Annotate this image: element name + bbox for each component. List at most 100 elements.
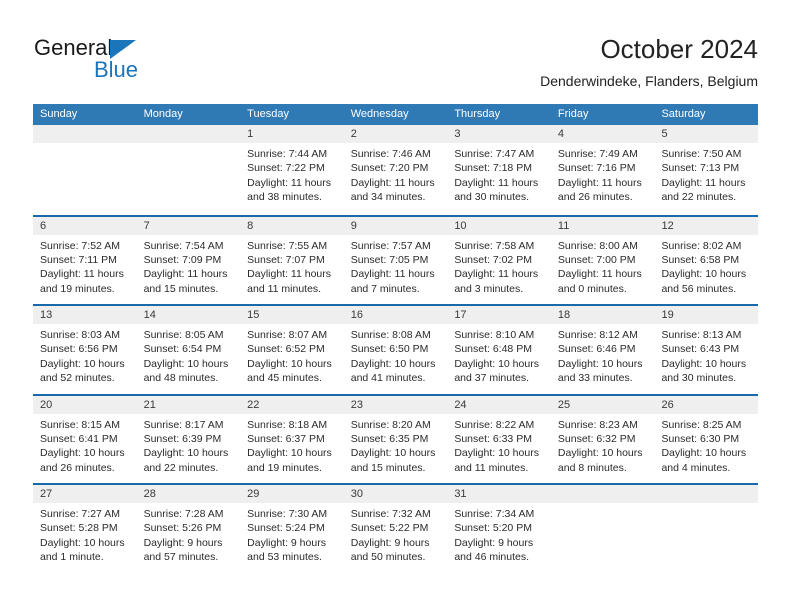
- calendar-day-cell[interactable]: 22 Sunrise: 8:18 AM Sunset: 6:37 PM Dayligh…: [240, 395, 344, 483]
- sunset-text: Sunset: 5:28 PM: [40, 522, 118, 535]
- sunset-text: Sunset: 7:09 PM: [143, 253, 222, 266]
- calendar-week-row: 1 Sunrise: 7:44 AM Sunset: 7:22 PM Daylight…: [33, 125, 759, 215]
- sunset-text: Sunset: 6:32 PM: [557, 432, 636, 445]
- sunset-text: Sunset: 7:02 PM: [454, 253, 532, 266]
- sunset-text: Sunset: 6:46 PM: [557, 343, 636, 356]
- calendar-day-cell[interactable]: 4 Sunrise: 7:49 AM Sunset: 7:16 PM Daylight…: [550, 125, 655, 215]
- calendar-day-cell[interactable]: 24 Sunrise: 8:22 AM Sunset: 6:33 PM Dayligh…: [447, 395, 551, 483]
- daylight-text: and 15 minutes.: [143, 282, 219, 295]
- sunrise-text: Sunrise: 7:46 AM: [350, 148, 431, 160]
- daylight-text: and 57 minutes.: [143, 551, 219, 564]
- daylight-text: Daylight: 11 hours: [557, 268, 642, 281]
- sunrise-text: Sunrise: 7:27 AM: [40, 508, 120, 520]
- sunrise-text: Sunrise: 8:08 AM: [350, 329, 431, 341]
- day-details: Sunrise: 8:18 AM Sunset: 6:37 PM Daylight:…: [240, 414, 344, 476]
- calendar-day-cell[interactable]: 25 Sunrise: 8:23 AM Sunset: 6:32 PM Dayligh…: [550, 395, 655, 483]
- sunset-text: Sunset: 7:13 PM: [661, 162, 740, 175]
- day-details: Sunrise: 8:13 AM Sunset: 6:43 PM Daylight:…: [654, 324, 758, 386]
- weekday-header-friday: Friday: [557, 108, 589, 120]
- day-number: 28: [136, 485, 241, 503]
- calendar-day-cell[interactable]: 15 Sunrise: 8:07 AM Sunset: 6:52 PM Dayligh…: [240, 306, 344, 394]
- day-number: 11: [550, 216, 655, 235]
- day-number: 2: [343, 125, 448, 143]
- day-details: Sunrise: 7:49 AM Sunset: 7:16 PM Daylight:…: [551, 143, 655, 205]
- day-number: 23: [343, 395, 448, 414]
- sunrise-text: Sunrise: 8:15 AM: [40, 418, 120, 431]
- day-details: Sunrise: 7:34 AM Sunset: 5:20 PM Daylight:…: [447, 503, 551, 565]
- calendar-day-cell[interactable]: 12 Sunrise: 8:02 AM Sunset: 6:58 PM Dayligh…: [654, 216, 759, 304]
- calendar-day-cell[interactable]: 30 Sunrise: 7:32 AM Sunset: 5:22 PM Dayligh…: [343, 485, 448, 573]
- calendar-day-cell[interactable]: 6 Sunrise: 7:52 AM Sunset: 7:11 PM Daylight…: [33, 216, 137, 304]
- day-details: Sunrise: 8:15 AM Sunset: 6:41 PM Daylight:…: [33, 414, 137, 476]
- daylight-text: and 38 minutes.: [247, 191, 322, 204]
- calendar-day-cell[interactable]: 5 Sunrise: 7:50 AM Sunset: 7:13 PM Daylight…: [654, 125, 759, 215]
- calendar-day-cell[interactable]: 10 Sunrise: 7:58 AM Sunset: 7:02 PM Dayligh…: [447, 216, 551, 304]
- day-details: [137, 143, 241, 147]
- day-number: 6: [33, 216, 137, 235]
- calendar-day-cell[interactable]: 14 Sunrise: 8:05 AM Sunset: 6:54 PM Dayligh…: [136, 306, 241, 394]
- calendar-day-cell[interactable]: 1 Sunrise: 7:44 AM Sunset: 7:22 PM Daylight…: [240, 125, 344, 215]
- calendar-day-cell[interactable]: 26 Sunrise: 8:25 AM Sunset: 6:30 PM Dayligh…: [654, 395, 759, 483]
- day-details: [654, 503, 758, 507]
- daylight-text: and 37 minutes.: [454, 372, 530, 385]
- sunrise-text: Sunrise: 8:05 AM: [143, 329, 224, 341]
- weekday-header-saturday: Saturday: [661, 108, 706, 120]
- day-number: 25: [550, 395, 655, 414]
- sunrise-text: Sunrise: 8:17 AM: [143, 418, 224, 431]
- daylight-text: and 8 minutes.: [557, 461, 627, 474]
- daylight-text: Daylight: 10 hours: [454, 447, 539, 460]
- calendar-grid: Sunday Monday Tuesday Wednesday Thursday Frid…: [33, 104, 759, 573]
- day-number: 20: [33, 395, 137, 414]
- calendar-day-cell[interactable]: 2 Sunrise: 7:46 AM Sunset: 7:20 PM Daylight…: [343, 125, 448, 215]
- calendar-day-cell[interactable]: 7 Sunrise: 7:54 AM Sunset: 7:09 PM Daylight…: [136, 216, 241, 304]
- sunrise-text: Sunrise: 8:10 AM: [454, 329, 535, 341]
- calendar-day-cell[interactable]: 16 Sunrise: 8:08 AM Sunset: 6:50 PM Dayligh…: [343, 306, 448, 394]
- sunrise-text: Sunrise: 8:03 AM: [40, 329, 120, 341]
- calendar-day-cell[interactable]: 13 Sunrise: 8:03 AM Sunset: 6:56 PM Dayligh…: [33, 306, 137, 394]
- sunset-text: Sunset: 7:18 PM: [454, 162, 532, 175]
- calendar-day-cell[interactable]: 21 Sunrise: 8:17 AM Sunset: 6:39 PM Dayligh…: [136, 395, 241, 483]
- day-details: Sunrise: 8:17 AM Sunset: 6:39 PM Daylight:…: [137, 414, 241, 476]
- sunrise-text: Sunrise: 8:25 AM: [661, 418, 742, 431]
- daylight-text: Daylight: 11 hours: [661, 176, 746, 189]
- calendar-day-cell[interactable]: 9 Sunrise: 7:57 AM Sunset: 7:05 PM Daylight…: [343, 216, 448, 304]
- calendar-day-cell[interactable]: 31 Sunrise: 7:34 AM Sunset: 5:20 PM Dayligh…: [447, 485, 551, 573]
- calendar-day-cell[interactable]: 18 Sunrise: 8:12 AM Sunset: 6:46 PM Dayligh…: [550, 306, 655, 394]
- day-details: Sunrise: 8:12 AM Sunset: 6:46 PM Daylight:…: [551, 324, 655, 386]
- sunset-text: Sunset: 6:50 PM: [350, 343, 429, 356]
- daylight-text: and 30 minutes.: [661, 372, 737, 385]
- weekday-header-row: Sunday Monday Tuesday Wednesday Thursday Frid…: [33, 104, 758, 125]
- day-details: Sunrise: 8:07 AM Sunset: 6:52 PM Daylight:…: [240, 324, 344, 386]
- sunrise-text: Sunrise: 7:47 AM: [454, 148, 535, 160]
- sunset-text: Sunset: 5:20 PM: [454, 522, 532, 535]
- calendar-day-cell[interactable]: 28 Sunrise: 7:28 AM Sunset: 5:26 PM Dayligh…: [136, 485, 241, 573]
- calendar-day-cell[interactable]: 23 Sunrise: 8:20 AM Sunset: 6:35 PM Dayligh…: [343, 395, 448, 483]
- sunset-text: Sunset: 6:39 PM: [143, 432, 222, 445]
- calendar-day-cell[interactable]: 11 Sunrise: 8:00 AM Sunset: 7:00 PM Dayligh…: [550, 216, 655, 304]
- daylight-text: Daylight: 9 hours: [350, 536, 430, 549]
- day-details: Sunrise: 7:44 AM Sunset: 7:22 PM Daylight:…: [240, 143, 344, 205]
- day-details: Sunrise: 8:25 AM Sunset: 6:30 PM Daylight:…: [654, 414, 758, 476]
- calendar-day-cell[interactable]: 19 Sunrise: 8:13 AM Sunset: 6:43 PM Dayligh…: [654, 306, 759, 394]
- calendar-day-cell[interactable]: 29 Sunrise: 7:30 AM Sunset: 5:24 PM Dayligh…: [240, 485, 344, 573]
- daylight-text: Daylight: 11 hours: [40, 268, 124, 281]
- calendar-day-cell[interactable]: 20 Sunrise: 8:15 AM Sunset: 6:41 PM Dayligh…: [33, 395, 137, 483]
- day-number: 10: [447, 216, 551, 235]
- sunset-text: Sunset: 6:41 PM: [40, 432, 118, 445]
- day-number: 18: [550, 306, 655, 324]
- day-details: Sunrise: 8:02 AM Sunset: 6:58 PM Daylight:…: [654, 235, 758, 297]
- day-number: 26: [654, 395, 759, 414]
- day-details: Sunrise: 7:57 AM Sunset: 7:05 PM Daylight:…: [344, 235, 448, 297]
- calendar-day-cell[interactable]: 3 Sunrise: 7:47 AM Sunset: 7:18 PM Daylight…: [447, 125, 551, 215]
- calendar-day-cell[interactable]: 27 Sunrise: 7:27 AM Sunset: 5:28 PM Dayligh…: [33, 485, 137, 573]
- daylight-text: and 19 minutes.: [40, 282, 115, 295]
- sunset-text: Sunset: 7:05 PM: [350, 253, 429, 266]
- sunrise-text: Sunrise: 8:23 AM: [557, 418, 638, 431]
- day-number: 13: [33, 306, 137, 324]
- sunset-text: Sunset: 6:35 PM: [350, 432, 429, 445]
- sunrise-text: Sunrise: 8:22 AM: [454, 418, 535, 431]
- calendar-day-cell[interactable]: 8 Sunrise: 7:55 AM Sunset: 7:07 PM Daylight…: [240, 216, 344, 304]
- day-details: Sunrise: 7:27 AM Sunset: 5:28 PM Daylight:…: [33, 503, 137, 565]
- calendar-day-cell[interactable]: 17 Sunrise: 8:10 AM Sunset: 6:48 PM Dayligh…: [447, 306, 551, 394]
- sunrise-text: Sunrise: 8:20 AM: [350, 418, 431, 431]
